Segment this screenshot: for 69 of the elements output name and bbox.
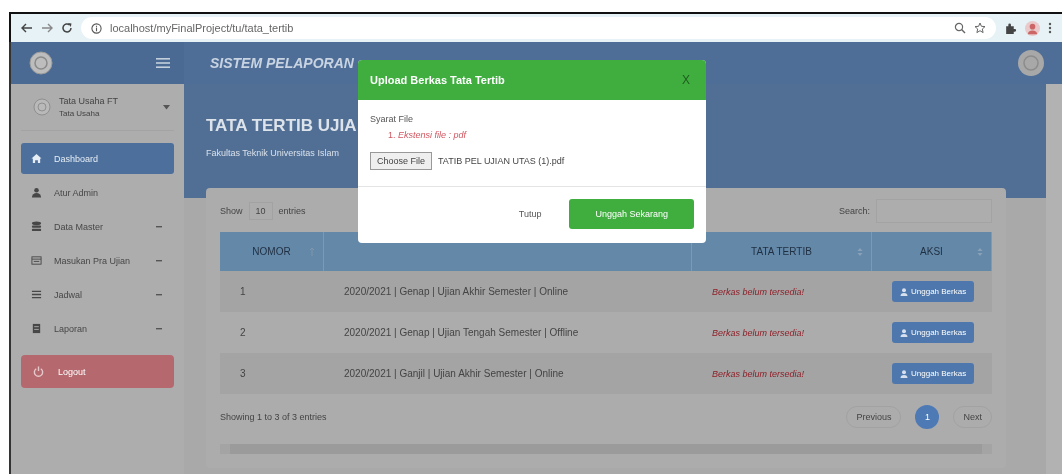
sidebar-item[interactable]: Atur Admin bbox=[21, 177, 174, 208]
info-icon bbox=[91, 22, 102, 34]
choose-file-button[interactable]: Choose File bbox=[370, 152, 433, 170]
requirement-text: 1. Ekstensi file : pdf bbox=[387, 130, 468, 140]
show-label: Show bbox=[220, 206, 243, 216]
forward-icon[interactable] bbox=[41, 22, 53, 34]
user-avatar-icon[interactable] bbox=[1018, 50, 1044, 76]
person-icon bbox=[900, 369, 908, 378]
form-icon bbox=[31, 255, 42, 266]
puzzle-icon[interactable] bbox=[1004, 21, 1017, 35]
database-icon bbox=[31, 221, 42, 232]
close-dialog-button[interactable]: Tutup bbox=[512, 208, 548, 220]
upload-button[interactable]: Unggah Berkas bbox=[892, 281, 975, 302]
sidebar-item[interactable]: Data Master bbox=[21, 211, 174, 242]
reload-icon[interactable] bbox=[61, 22, 73, 34]
dialog-title: Upload Berkas Tata Tertib bbox=[370, 74, 505, 86]
home-icon bbox=[31, 153, 42, 164]
column-header[interactable]: TATA TERTIB bbox=[692, 232, 872, 271]
app-title: SISTEM PELAPORAN bbox=[210, 55, 354, 71]
address-bar[interactable]: localhost/myFinalProject/tu/tata_tertib bbox=[81, 17, 996, 39]
power-icon bbox=[33, 366, 44, 377]
user-name: Tata Usaha FT bbox=[59, 96, 120, 106]
file-name: TATIB PEL UJIAN UTAS (1).pdf bbox=[438, 156, 565, 166]
table-cell: 3 bbox=[220, 353, 324, 394]
sidebar-item[interactable]: Dashboard bbox=[21, 143, 174, 174]
page-title: TATA TERTIB UJIA bbox=[206, 116, 357, 136]
caret-icon[interactable] bbox=[163, 104, 170, 110]
back-icon[interactable] bbox=[21, 22, 33, 34]
user-logo-icon bbox=[33, 98, 51, 116]
column-header[interactable]: NOMOR bbox=[220, 232, 324, 271]
star-icon[interactable] bbox=[974, 22, 986, 34]
minus-icon bbox=[156, 293, 162, 296]
table-cell: 1 bbox=[220, 271, 324, 312]
zoom-icon[interactable] bbox=[954, 22, 966, 34]
upload-button[interactable]: Unggah Berkas bbox=[892, 363, 975, 384]
sidebar-item[interactable]: Masukan Pra Ujian bbox=[21, 245, 174, 276]
sidebar-item[interactable]: Laporan bbox=[21, 313, 174, 344]
upload-button[interactable]: Unggah Berkas bbox=[892, 322, 975, 343]
column-header[interactable]: AKSI bbox=[872, 232, 992, 271]
person-icon bbox=[900, 328, 908, 337]
logout-button[interactable]: Logout bbox=[21, 355, 174, 388]
search-label: Search: bbox=[838, 206, 870, 216]
user-role: Tata Usaha bbox=[59, 109, 101, 118]
entries-label: entries bbox=[278, 206, 306, 216]
minus-icon bbox=[156, 225, 162, 228]
logo-icon bbox=[29, 51, 53, 75]
profile-avatar-icon[interactable] bbox=[1025, 20, 1040, 36]
entries-info: Showing 1 to 3 of 3 entries bbox=[220, 412, 327, 422]
list-icon bbox=[31, 289, 42, 300]
table-cell: 2020/2021 | Ganjil | Ujian Akhir Semester | Online bbox=[324, 353, 692, 394]
close-button[interactable]: X bbox=[676, 72, 696, 88]
minus-icon bbox=[156, 259, 162, 262]
status-text: Berkas belum tersedia! bbox=[692, 271, 872, 312]
status-text: Berkas belum tersedia! bbox=[692, 353, 872, 394]
person-icon bbox=[900, 287, 908, 296]
menu-icon[interactable] bbox=[156, 57, 170, 69]
table-cell: 2020/2021 | Genap | Ujian Akhir Semester | Online bbox=[324, 271, 692, 312]
upload-now-button[interactable]: Unggah Sekarang bbox=[569, 199, 694, 229]
url-text: localhost/myFinalProject/tu/tata_tertib bbox=[110, 22, 294, 34]
page-length-select[interactable]: 10 bbox=[248, 202, 273, 220]
page-subtitle: Fakultas Teknik Universitas Islam bbox=[206, 148, 339, 158]
more-icon[interactable] bbox=[1048, 22, 1052, 34]
page-button[interactable]: 1 bbox=[915, 405, 940, 429]
minus-icon bbox=[156, 327, 162, 330]
requirements-label: Syarat File bbox=[370, 114, 414, 124]
sidebar-item[interactable]: Jadwal bbox=[21, 279, 174, 310]
person-icon bbox=[31, 187, 42, 198]
vertical-scrollbar[interactable] bbox=[1046, 84, 1062, 474]
document-icon bbox=[31, 323, 42, 334]
